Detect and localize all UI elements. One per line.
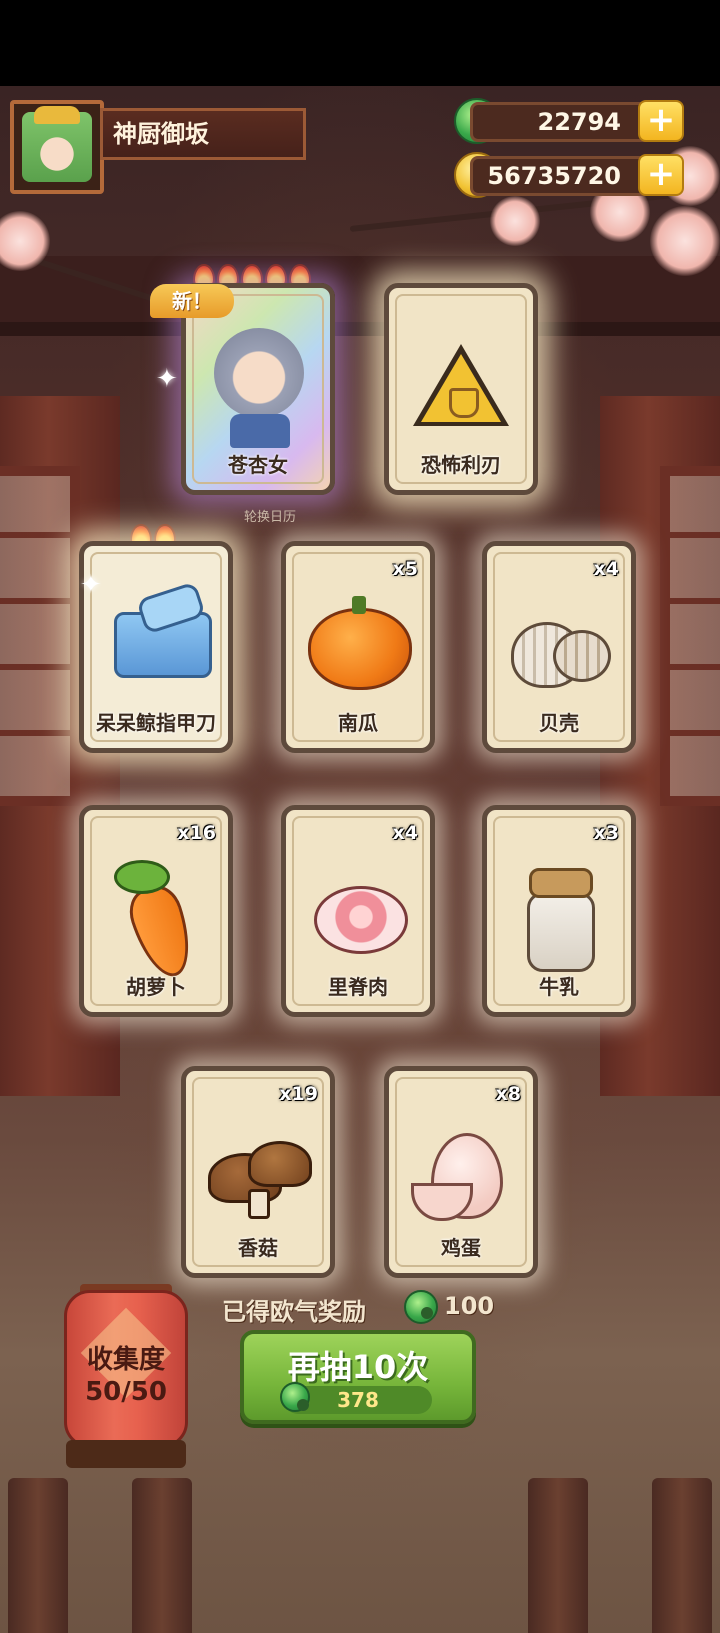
- lantern-stand: [66, 1440, 186, 1468]
- gacha-card[interactable]: x8 鸡蛋: [384, 1066, 538, 1278]
- player-avatar[interactable]: [10, 100, 104, 194]
- new-badge: 新！: [150, 284, 234, 318]
- card-count: x5: [392, 558, 418, 580]
- character-portrait: [214, 328, 304, 418]
- reward-value: 100: [444, 1292, 495, 1320]
- draw-cost: 378: [337, 1388, 379, 1412]
- card-label: 呆呆鲸指甲刀: [96, 711, 216, 735]
- blossom: [490, 196, 540, 246]
- gacha-card[interactable]: 呆呆鲸指甲刀: [79, 541, 233, 753]
- ceiling-beam: [0, 256, 720, 326]
- gacha-card[interactable]: x3 牛乳: [482, 805, 636, 1017]
- card-label: 香菇: [238, 1236, 278, 1260]
- draw-again-label: 再抽10次: [287, 1348, 429, 1386]
- gacha-card[interactable]: x5 南瓜: [281, 541, 435, 753]
- gacha-card[interactable]: x19 香菇: [181, 1066, 335, 1278]
- card-label: 恐怖利刃: [421, 453, 501, 477]
- ceiling-beam-edge: [0, 322, 720, 336]
- sub-caption: 轮换日历: [243, 510, 296, 525]
- card-label: 贝壳: [539, 711, 579, 735]
- carrot-leaves: [114, 860, 170, 894]
- card-count: x4: [593, 558, 619, 580]
- fence-post: [8, 1478, 68, 1633]
- avatar-crown: [34, 106, 80, 124]
- pumpkin-stem: [352, 596, 366, 614]
- milk-jar-icon: [527, 892, 595, 972]
- card-label: 里脊肉: [328, 975, 388, 999]
- card-count: x4: [392, 822, 418, 844]
- fence-post: [528, 1478, 588, 1633]
- character-body: [230, 414, 290, 448]
- sparkle-icon: ✦: [80, 570, 102, 600]
- add-jade-button[interactable]: +: [638, 100, 684, 142]
- mushroom-icon-2: [248, 1141, 312, 1187]
- collection-label: 收集度: [86, 1345, 165, 1375]
- gacha-card[interactable]: x4 贝壳: [482, 541, 636, 753]
- card-count: x19: [279, 1083, 318, 1105]
- card-count: x8: [495, 1083, 521, 1105]
- player-name: 神厨御坂: [100, 108, 306, 160]
- card-label: 牛乳: [539, 975, 579, 999]
- card-label: 苍杏女: [228, 453, 288, 477]
- gacha-card[interactable]: x4 里脊肉: [281, 805, 435, 1017]
- card-label: 鸡蛋: [441, 1236, 481, 1260]
- add-coins-button[interactable]: +: [638, 154, 684, 196]
- fence-post: [652, 1478, 712, 1633]
- meat-icon: [314, 886, 408, 954]
- collection-value: 50/50: [85, 1377, 167, 1407]
- mushroom-stem: [248, 1189, 270, 1219]
- card-label: 南瓜: [338, 711, 378, 735]
- card-count: x3: [593, 822, 619, 844]
- collection-lantern[interactable]: 收集度 50/50: [64, 1290, 188, 1448]
- status-bar: [0, 0, 720, 86]
- carrot-icon: [123, 880, 201, 984]
- gacha-card[interactable]: 恐怖利刃: [384, 283, 538, 495]
- reward-label: 已得欧气奖励: [222, 1298, 366, 1326]
- sparkle-icon: ✦: [156, 364, 178, 394]
- gacha-card[interactable]: x16 胡萝卜: [79, 805, 233, 1017]
- fence-post: [132, 1478, 192, 1633]
- antler-icon: [449, 388, 479, 418]
- draw-again-button[interactable]: 再抽10次 378: [240, 1330, 476, 1424]
- blossom: [650, 206, 720, 276]
- right-window: [660, 466, 720, 806]
- milk-jar-lid: [529, 868, 593, 898]
- left-window: [0, 466, 80, 806]
- shell-icon-2: [553, 630, 611, 682]
- jade-icon: [404, 1290, 438, 1324]
- pumpkin-icon: [308, 608, 412, 690]
- card-count: x16: [177, 822, 216, 844]
- card-label: 胡萝卜: [126, 975, 186, 999]
